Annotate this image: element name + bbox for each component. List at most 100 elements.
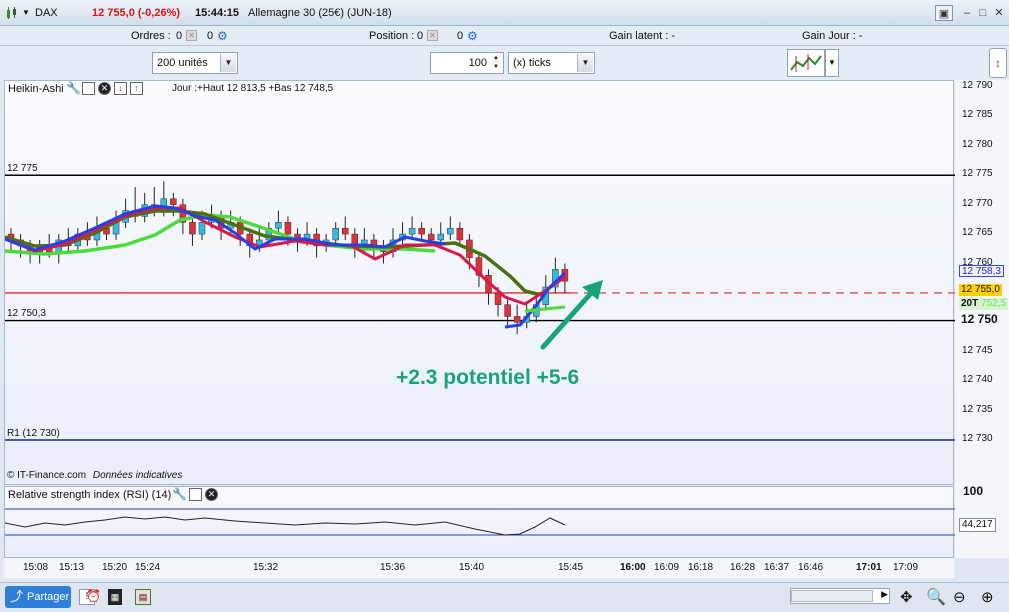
- candle: [447, 227, 454, 235]
- cancel-orders-icon[interactable]: ✕: [186, 30, 197, 41]
- window-icon[interactable]: [189, 488, 202, 501]
- blue-price-box: 12 758,3: [959, 265, 1004, 277]
- x-tick-label: 16:18: [688, 562, 714, 573]
- x-tick-label: 15:08: [23, 562, 49, 573]
- position-value: 0: [417, 30, 424, 42]
- candle: [275, 222, 282, 229]
- chevron-down-icon[interactable]: ▼: [22, 8, 30, 17]
- green-price-box: 20T 752,5: [959, 298, 1009, 310]
- x-tick-label: 15:36: [380, 562, 406, 573]
- units-select-value: 200 unités: [157, 57, 208, 69]
- rsi-axis-100: 100: [963, 484, 984, 498]
- level-label-12775: 12 775: [7, 163, 38, 174]
- chart-header: Heikin-Ashi 🔧 ✕ ↓ ↑ Jour :+Haut 12 813,5…: [5, 81, 445, 97]
- move-up-icon[interactable]: ↑: [130, 82, 143, 95]
- copyright-suffix: Données indicatives: [92, 470, 183, 481]
- price-change: 12 755,0 (-0,26%): [92, 7, 181, 19]
- alarm-icon[interactable]: ⏰: [86, 589, 102, 605]
- close-position-icon[interactable]: ✕: [427, 30, 438, 41]
- bold-level-label: 12 750: [959, 312, 1000, 326]
- y-tick-label: 12 780: [962, 138, 993, 150]
- chart-list-icon[interactable]: ▦: [108, 589, 122, 605]
- share-icon: ⤴: [10, 589, 24, 604]
- indicator-label[interactable]: Heikin-Ashi: [8, 83, 64, 95]
- move-down-icon[interactable]: ↓: [114, 82, 127, 95]
- chart-style-button[interactable]: [787, 49, 825, 77]
- candle: [332, 227, 339, 241]
- y-tick-label: 12 775: [962, 168, 993, 180]
- wrench-icon[interactable]: 🔧: [66, 81, 81, 95]
- share-button[interactable]: ⤴ Partager: [5, 586, 71, 608]
- instrument-name[interactable]: DAX: [35, 7, 58, 19]
- chevron-down-icon[interactable]: ▼: [825, 49, 839, 77]
- spinner-icon[interactable]: ▲ ▼: [490, 54, 502, 72]
- chart-type-icon[interactable]: [5, 6, 19, 20]
- candle: [494, 292, 502, 305]
- table-icon[interactable]: ▤: [135, 589, 151, 605]
- remove-icon[interactable]: ✕: [205, 488, 218, 501]
- crosshair-icon[interactable]: ✥: [900, 588, 913, 606]
- restore-window-icon[interactable]: ▣: [935, 5, 953, 21]
- x-tick-label: 16:46: [798, 562, 824, 573]
- horizontal-scrollbar[interactable]: ▶: [790, 588, 890, 604]
- ticks-input[interactable]: 100 ▲ ▼: [430, 52, 504, 74]
- scroll-thumb[interactable]: [791, 590, 873, 602]
- candle: [513, 316, 521, 323]
- y-tick-label: 12 790: [962, 80, 993, 91]
- ma-green-line-recent: [524, 305, 566, 313]
- position-label: Position :: [369, 30, 415, 42]
- y-tick-label: 12 740: [962, 374, 993, 386]
- candle: [198, 222, 206, 235]
- annotation-text: +2.3 potentiel +5-6: [396, 366, 580, 389]
- zoom-select-icon[interactable]: 🔍: [926, 587, 946, 607]
- rsi-label: Relative strength index (RSI) (14): [8, 489, 172, 501]
- gear-icon[interactable]: ⚙: [217, 29, 228, 43]
- remove-icon[interactable]: ✕: [98, 82, 111, 95]
- candle: [189, 222, 196, 235]
- copyright-text: © IT-Finance.com Données indicatives: [7, 470, 182, 481]
- ticks-select[interactable]: (x) ticks ▼: [508, 52, 595, 74]
- level-label-12750: 12 750,3: [7, 308, 46, 319]
- copyright-prefix: © IT-Finance.com: [7, 470, 87, 481]
- orders-label: Ordres :: [131, 30, 171, 42]
- rsi-line: [5, 516, 566, 536]
- price-chart-canvas[interactable]: [5, 81, 955, 486]
- orders-value-2: 0: [207, 30, 214, 42]
- current-price-box: 12 755,0: [959, 284, 1002, 296]
- x-tick-label: 17:09: [893, 562, 919, 573]
- gain-jour: Gain Jour : -: [802, 30, 863, 42]
- candle: [170, 198, 177, 205]
- instrument-description: Allemagne 30 (25€) (JUN-18): [248, 7, 392, 19]
- current-time: 15:44:15: [195, 7, 240, 19]
- x-tick-label: 16:00: [620, 562, 646, 573]
- time-axis[interactable]: 15:08 15:13 15:20 15:24 15:32 15:36 15:40 15:45…: [4, 558, 954, 578]
- price-chart[interactable]: Heikin-Ashi 🔧 ✕ ↓ ↑ Jour :+Haut 12 813,5…: [4, 80, 955, 486]
- annotation-arrow: [540, 288, 596, 350]
- ticks-input-value: 100: [468, 57, 487, 69]
- y-tick-label: 12 735: [962, 403, 993, 415]
- candle: [437, 233, 444, 241]
- window-icon[interactable]: [82, 82, 95, 95]
- candle: [342, 227, 349, 235]
- x-tick-label: 15:40: [459, 562, 485, 573]
- day-high-low: Jour :+Haut 12 813,5 +Bas 12 748,5: [172, 83, 334, 94]
- side-panel-toggle[interactable]: ↕: [989, 48, 1007, 78]
- x-tick-label: 15:13: [59, 562, 85, 573]
- zoom-in-icon[interactable]: ⊕: [981, 588, 994, 606]
- rsi-panel[interactable]: Relative strength index (RSI) (14) 🔧 ✕: [4, 486, 955, 558]
- chevron-down-icon[interactable]: ▼: [220, 54, 236, 72]
- r1-label: R1 (12 730): [7, 428, 60, 439]
- rsi-value-label: 44,217: [959, 518, 996, 532]
- share-label: Partager: [27, 591, 70, 603]
- chevron-right-icon[interactable]: ▶: [881, 589, 888, 600]
- close-icon[interactable]: ✕: [990, 5, 1008, 21]
- chevron-down-icon[interactable]: ▼: [577, 54, 593, 72]
- price-axis[interactable]: 12 790 12 785 12 780 12 775 12 770 12 765 12 7…: [955, 80, 1009, 558]
- candle: [456, 227, 464, 241]
- gear-icon[interactable]: ⚙: [467, 29, 478, 43]
- y-tick-label: 12 765: [962, 227, 993, 239]
- zoom-out-icon[interactable]: ⊖: [953, 588, 966, 606]
- wrench-icon[interactable]: 🔧: [172, 487, 187, 501]
- units-select[interactable]: 200 unités ▼: [152, 52, 238, 74]
- ma-olive-line: [5, 209, 546, 298]
